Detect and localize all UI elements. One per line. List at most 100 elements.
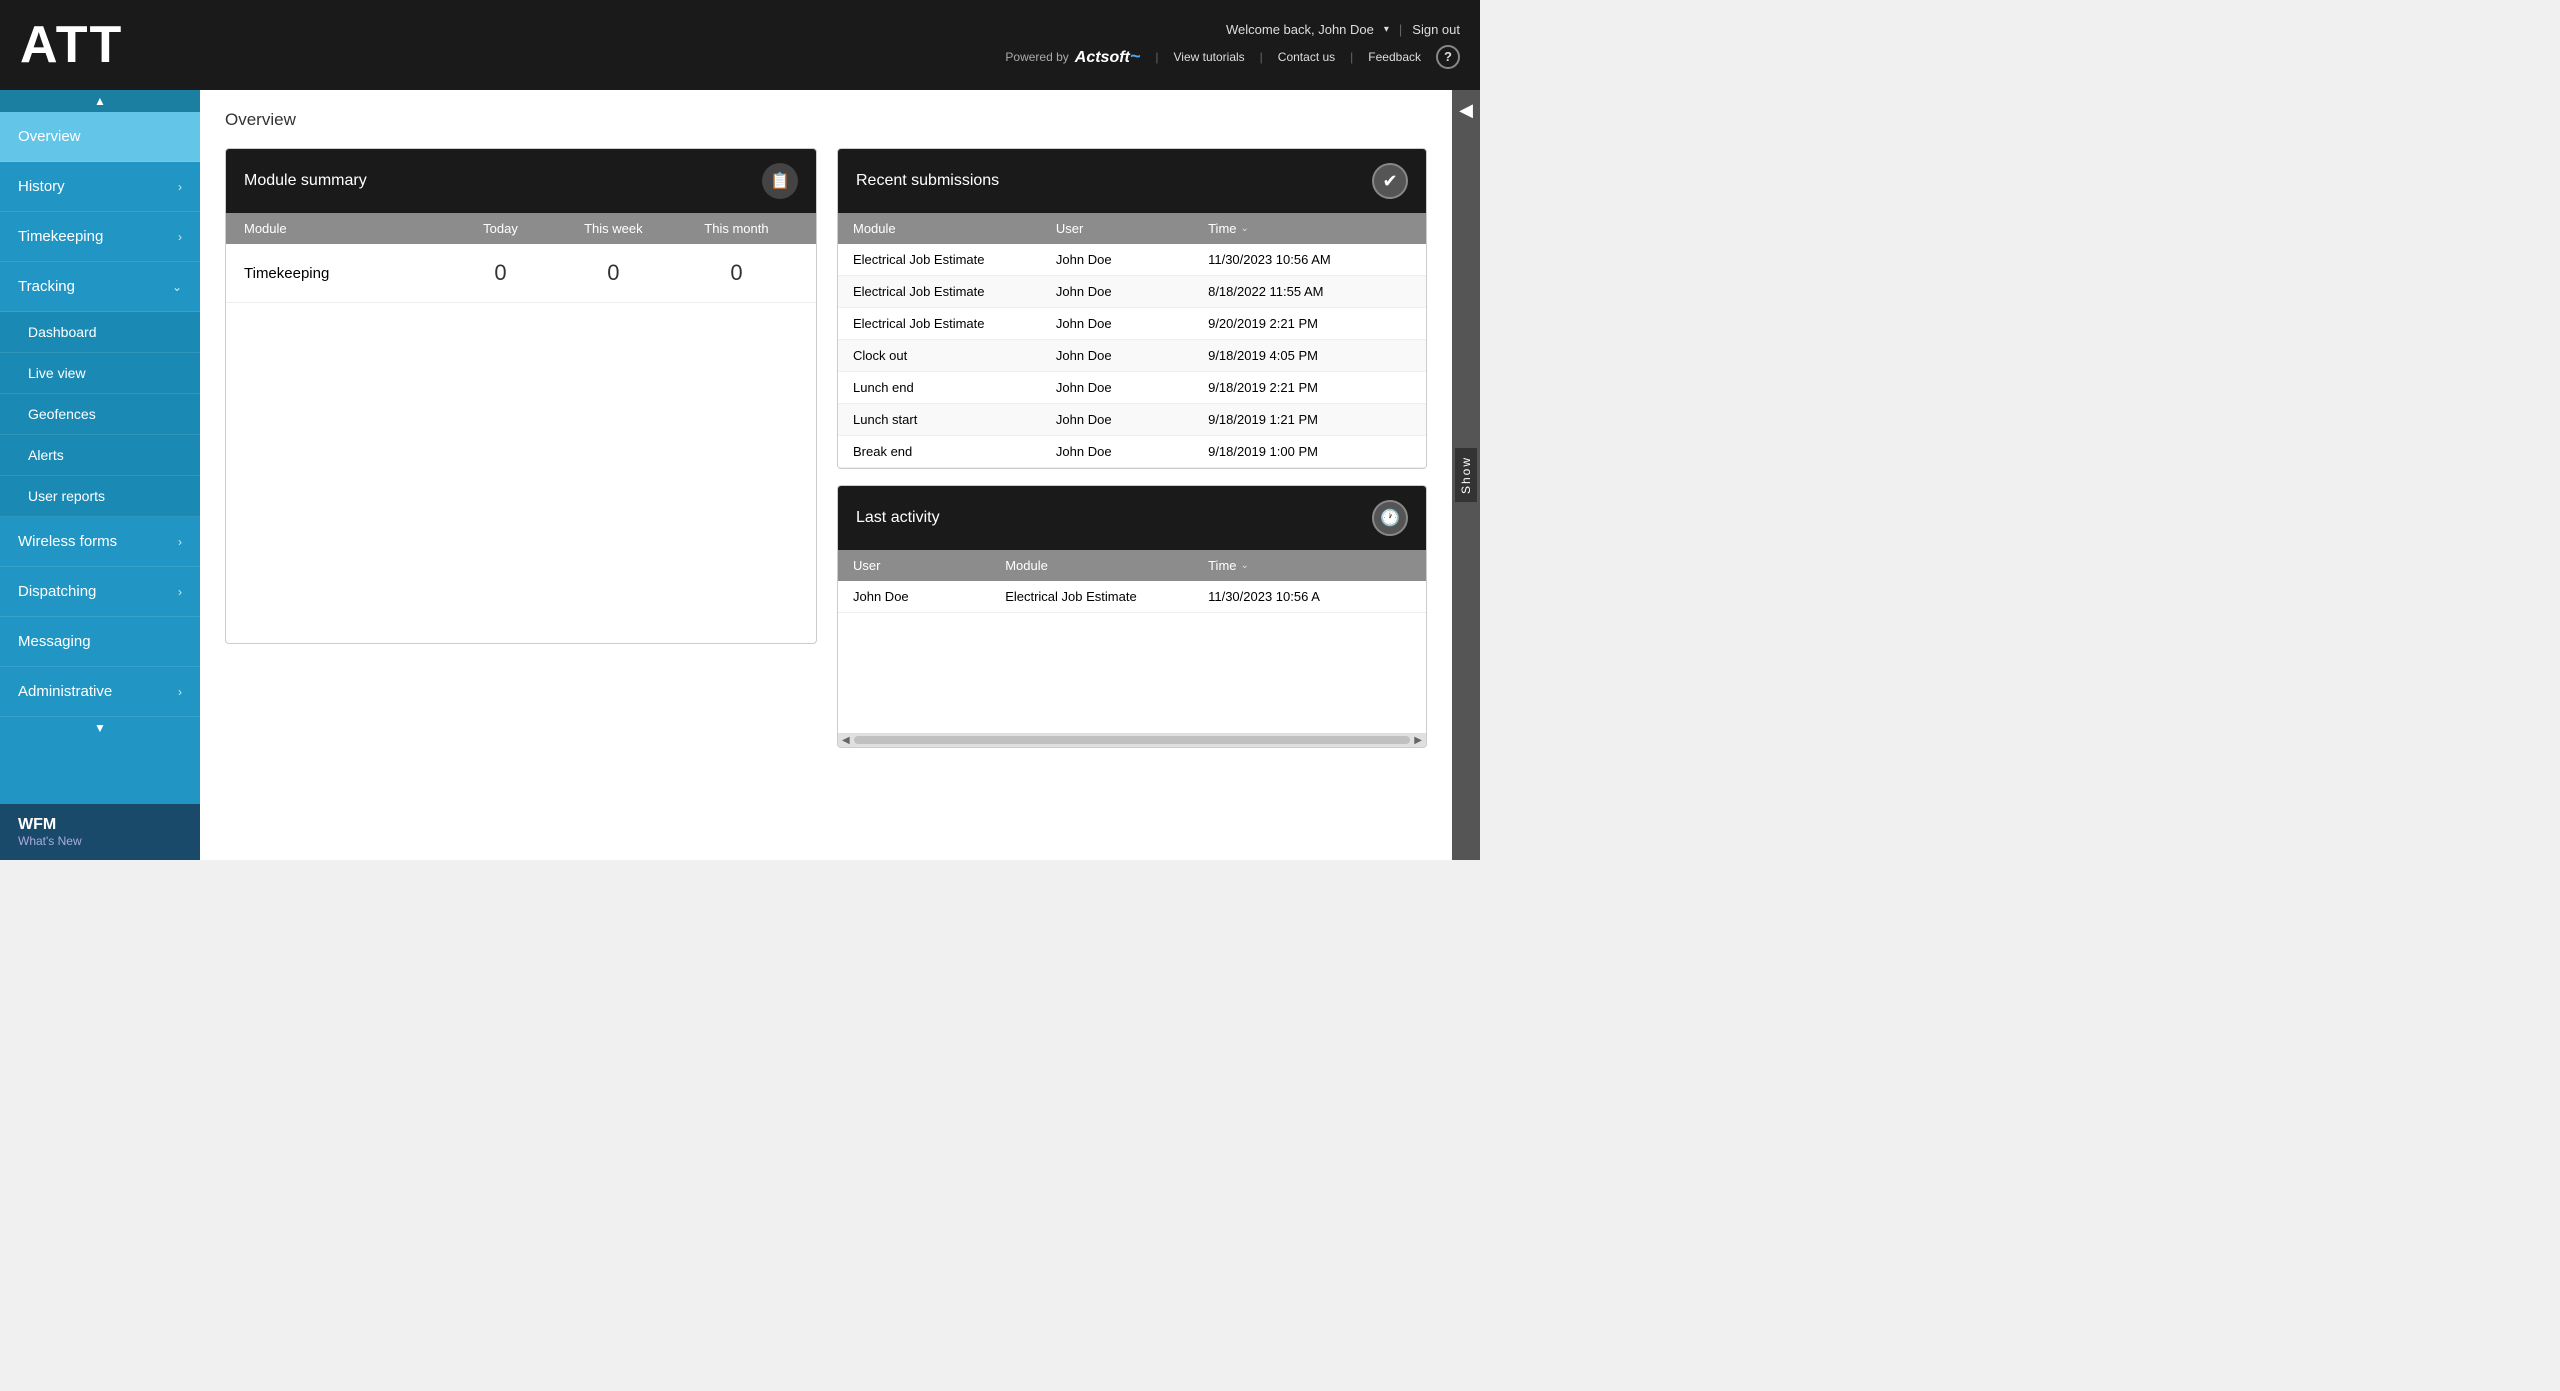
dispatching-chevron: › [178, 585, 182, 599]
recent-submissions-header: Recent submissions ✔ [838, 149, 1426, 213]
module-today: 0 [449, 260, 552, 286]
submissions-row-3: Clock out John Doe 9/18/2019 4:05 PM [838, 340, 1426, 372]
last-activity-space [838, 613, 1426, 733]
header-separator-1: | [1399, 22, 1402, 37]
history-chevron: › [178, 180, 182, 194]
sub-col-header-module: Module [853, 221, 1056, 236]
submissions-icon: ✔ [1372, 163, 1408, 199]
sidebar-item-history-label: History [18, 178, 65, 195]
h-scroll-right-arrow[interactable]: ▶ [1414, 735, 1422, 746]
contact-us-link[interactable]: Contact us [1278, 50, 1335, 64]
activity-table-header: User Module Time ⌄ [838, 550, 1426, 581]
administrative-chevron: › [178, 685, 182, 699]
back-arrow[interactable]: ◀ [1459, 100, 1473, 121]
col-header-week: This week [552, 221, 675, 236]
checkmark-icon: ✔ [1382, 171, 1397, 192]
time-sort-arrow[interactable]: ⌄ [1241, 223, 1249, 234]
submissions-row-6: Break end John Doe 9/18/2019 1:00 PM [838, 436, 1426, 468]
user-dropdown-arrow[interactable]: ▾ [1384, 24, 1389, 35]
main-layout: ▲ Overview History › Timekeeping › Track… [0, 90, 1480, 860]
cards-row: Module summary 📋 Module Today This week … [225, 148, 1427, 748]
app-logo: ATT [20, 15, 123, 75]
view-tutorials-link[interactable]: View tutorials [1174, 50, 1245, 64]
content-area: Overview Module summary 📋 Module Today T… [200, 90, 1452, 860]
sidebar-sub-item-liveview[interactable]: Live view [0, 353, 200, 394]
h-scrollbar-track[interactable] [854, 736, 1411, 744]
sidebar-item-tracking[interactable]: Tracking ⌄ [0, 262, 200, 312]
clipboard-icon: 📋 [770, 171, 790, 191]
module-month: 0 [675, 260, 798, 286]
submissions-row-4: Lunch end John Doe 9/18/2019 2:21 PM [838, 372, 1426, 404]
activity-time-sort-arrow[interactable]: ⌄ [1241, 560, 1249, 571]
module-table-header: Module Today This week This month [226, 213, 816, 244]
last-activity-header: Last activity 🕐 [838, 486, 1426, 550]
module-summary-card: Module summary 📋 Module Today This week … [225, 148, 817, 644]
sub-col-header-user: User [1056, 221, 1208, 236]
feedback-link[interactable]: Feedback [1368, 50, 1421, 64]
sidebar-item-overview-label: Overview [18, 128, 81, 145]
sidebar-item-tracking-label: Tracking [18, 278, 75, 295]
sidebar-item-overview[interactable]: Overview [0, 112, 200, 162]
sidebar-scroll-down[interactable]: ▼ [0, 717, 200, 739]
submissions-row-5: Lunch start John Doe 9/18/2019 1:21 PM [838, 404, 1426, 436]
sidebar-item-timekeeping[interactable]: Timekeeping › [0, 212, 200, 262]
sidebar: ▲ Overview History › Timekeeping › Track… [0, 90, 200, 860]
last-activity-card: Last activity 🕐 User Module Time ⌄ John … [837, 485, 1427, 748]
powered-by: Powered by Actsoft~ [1005, 46, 1140, 67]
welcome-text: Welcome back, John Doe [1226, 22, 1374, 37]
activity-row-0: John Doe Electrical Job Estimate 11/30/2… [838, 581, 1426, 613]
module-table-row: Timekeeping 0 0 0 [226, 244, 816, 303]
sidebar-bottom-title: WFM [18, 816, 182, 834]
header-right: Welcome back, John Doe ▾ | Sign out Powe… [1005, 22, 1460, 69]
show-button[interactable]: Show [1455, 448, 1477, 502]
module-card-space [226, 303, 816, 643]
module-summary-title: Module summary [244, 172, 367, 190]
help-button[interactable]: ? [1436, 45, 1460, 69]
last-activity-icon: 🕐 [1372, 500, 1408, 536]
sidebar-item-dispatching[interactable]: Dispatching › [0, 567, 200, 617]
timekeeping-chevron: › [178, 230, 182, 244]
sidebar-sub-item-geofences[interactable]: Geofences [0, 394, 200, 435]
act-col-header-time: Time ⌄ [1208, 558, 1411, 573]
sidebar-item-messaging[interactable]: Messaging [0, 617, 200, 667]
sign-out-link[interactable]: Sign out [1412, 22, 1460, 37]
recent-submissions-title: Recent submissions [856, 172, 999, 190]
header-separator-4: | [1350, 50, 1353, 64]
header-top-row: Welcome back, John Doe ▾ | Sign out [1226, 22, 1460, 37]
top-header: ATT Welcome back, John Doe ▾ | Sign out … [0, 0, 1480, 90]
header-separator-3: | [1260, 50, 1263, 64]
last-activity-title: Last activity [856, 509, 940, 527]
submissions-body[interactable]: Electrical Job Estimate John Doe 11/30/2… [838, 244, 1426, 468]
clock-icon: 🕐 [1380, 508, 1400, 528]
sidebar-sub-item-alerts[interactable]: Alerts [0, 435, 200, 476]
right-panel[interactable]: ◀ Show [1452, 90, 1480, 860]
sidebar-scroll-up[interactable]: ▲ [0, 90, 200, 112]
act-col-header-module: Module [1005, 558, 1208, 573]
module-name: Timekeeping [244, 265, 449, 282]
col-header-module: Module [244, 221, 449, 236]
h-scroll-left-arrow[interactable]: ◀ [842, 735, 850, 746]
sub-col-header-time: Time ⌄ [1208, 221, 1411, 236]
module-summary-icon: 📋 [762, 163, 798, 199]
act-col-header-user: User [853, 558, 1005, 573]
sidebar-item-history[interactable]: History › [0, 162, 200, 212]
module-week: 0 [552, 260, 675, 286]
sidebar-bottom-sub[interactable]: What's New [18, 834, 182, 848]
actsoft-logo: Actsoft~ [1075, 46, 1141, 67]
header-bottom-row: Powered by Actsoft~ | View tutorials | C… [1005, 45, 1460, 69]
sidebar-item-wireless-forms[interactable]: Wireless forms › [0, 517, 200, 567]
header-separator-2: | [1155, 50, 1158, 64]
wireless-forms-chevron: › [178, 535, 182, 549]
sidebar-item-timekeeping-label: Timekeeping [18, 228, 103, 245]
tracking-chevron: ⌄ [172, 280, 182, 294]
page-title: Overview [225, 110, 1427, 130]
submissions-row-0: Electrical Job Estimate John Doe 11/30/2… [838, 244, 1426, 276]
submissions-table-header: Module User Time ⌄ [838, 213, 1426, 244]
col-header-today: Today [449, 221, 552, 236]
sidebar-sub-item-dashboard[interactable]: Dashboard [0, 312, 200, 353]
sidebar-sub-item-user-reports[interactable]: User reports [0, 476, 200, 517]
h-scrollbar[interactable]: ◀ ▶ [838, 733, 1426, 747]
sidebar-item-administrative[interactable]: Administrative › [0, 667, 200, 717]
right-cards: Recent submissions ✔ Module User Time ⌄ [837, 148, 1427, 748]
submissions-row-1: Electrical Job Estimate John Doe 8/18/20… [838, 276, 1426, 308]
